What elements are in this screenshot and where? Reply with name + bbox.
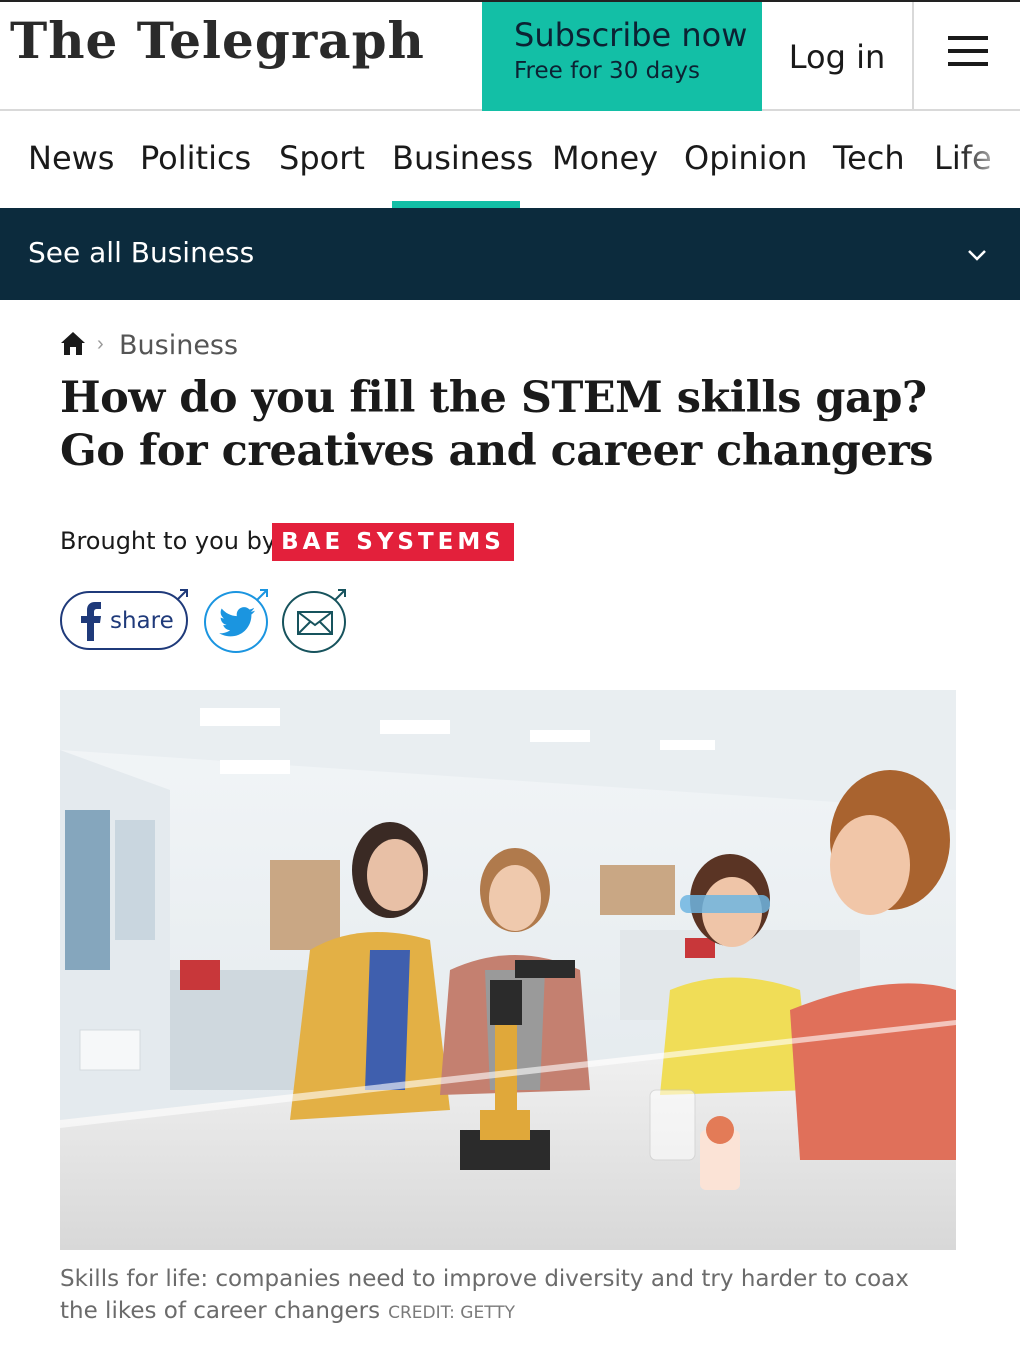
- nav-scroll-fade: [960, 111, 1020, 208]
- twitter-icon: [219, 607, 255, 637]
- section-nav: News Politics Sport Business Money Opini…: [0, 111, 1020, 208]
- nav-item-money[interactable]: Money: [552, 139, 658, 177]
- article-hero-image[interactable]: [60, 690, 956, 1250]
- home-icon[interactable]: [60, 330, 86, 356]
- breadcrumb-business[interactable]: Business: [119, 330, 238, 361]
- chevron-down-icon: [968, 250, 986, 261]
- see-all-section-bar[interactable]: See all Business: [0, 208, 1020, 300]
- nav-item-tech[interactable]: Tech: [833, 139, 905, 177]
- brought-to-you-by-label: Brought to you by: [60, 527, 277, 555]
- email-share-button[interactable]: [282, 589, 346, 653]
- classroom-illustration: [60, 690, 956, 1250]
- twitter-share-button[interactable]: [204, 589, 268, 653]
- sponsor-logo[interactable]: BAE SYSTEMS: [272, 523, 514, 561]
- email-icon: [297, 611, 333, 635]
- hamburger-icon[interactable]: [916, 2, 1020, 111]
- subscribe-button[interactable]: Subscribe now Free for 30 days: [482, 2, 762, 111]
- active-tab-indicator: [392, 201, 520, 208]
- nav-item-business[interactable]: Business: [392, 139, 533, 177]
- see-all-label: See all Business: [28, 236, 255, 269]
- telegraph-logo[interactable]: The Telegraph: [10, 16, 425, 66]
- image-credit: Credit: Getty: [388, 1303, 516, 1323]
- nav-item-politics[interactable]: Politics: [140, 139, 251, 177]
- nav-item-sport[interactable]: Sport: [279, 139, 365, 177]
- subscribe-sub-label: Free for 30 days: [514, 58, 700, 84]
- external-arrow-icon: [334, 589, 346, 601]
- breadcrumb-separator: ›: [97, 333, 104, 355]
- facebook-share-button[interactable]: share: [60, 589, 188, 650]
- article-headline: How do you fill the STEM skills gap? Go …: [60, 373, 934, 476]
- image-caption: Skills for life: companies need to impro…: [60, 1263, 940, 1329]
- external-arrow-icon: [176, 589, 188, 601]
- facebook-icon: [81, 602, 101, 641]
- external-arrow-icon: [256, 589, 268, 601]
- nav-item-news[interactable]: News: [28, 139, 114, 177]
- site-header: The Telegraph Subscribe now Free for 30 …: [0, 0, 1020, 111]
- facebook-share-label: share: [110, 608, 174, 634]
- subscribe-main-label: Subscribe now: [514, 16, 748, 54]
- login-button[interactable]: Log in: [762, 2, 914, 111]
- nav-item-opinion[interactable]: Opinion: [684, 139, 807, 177]
